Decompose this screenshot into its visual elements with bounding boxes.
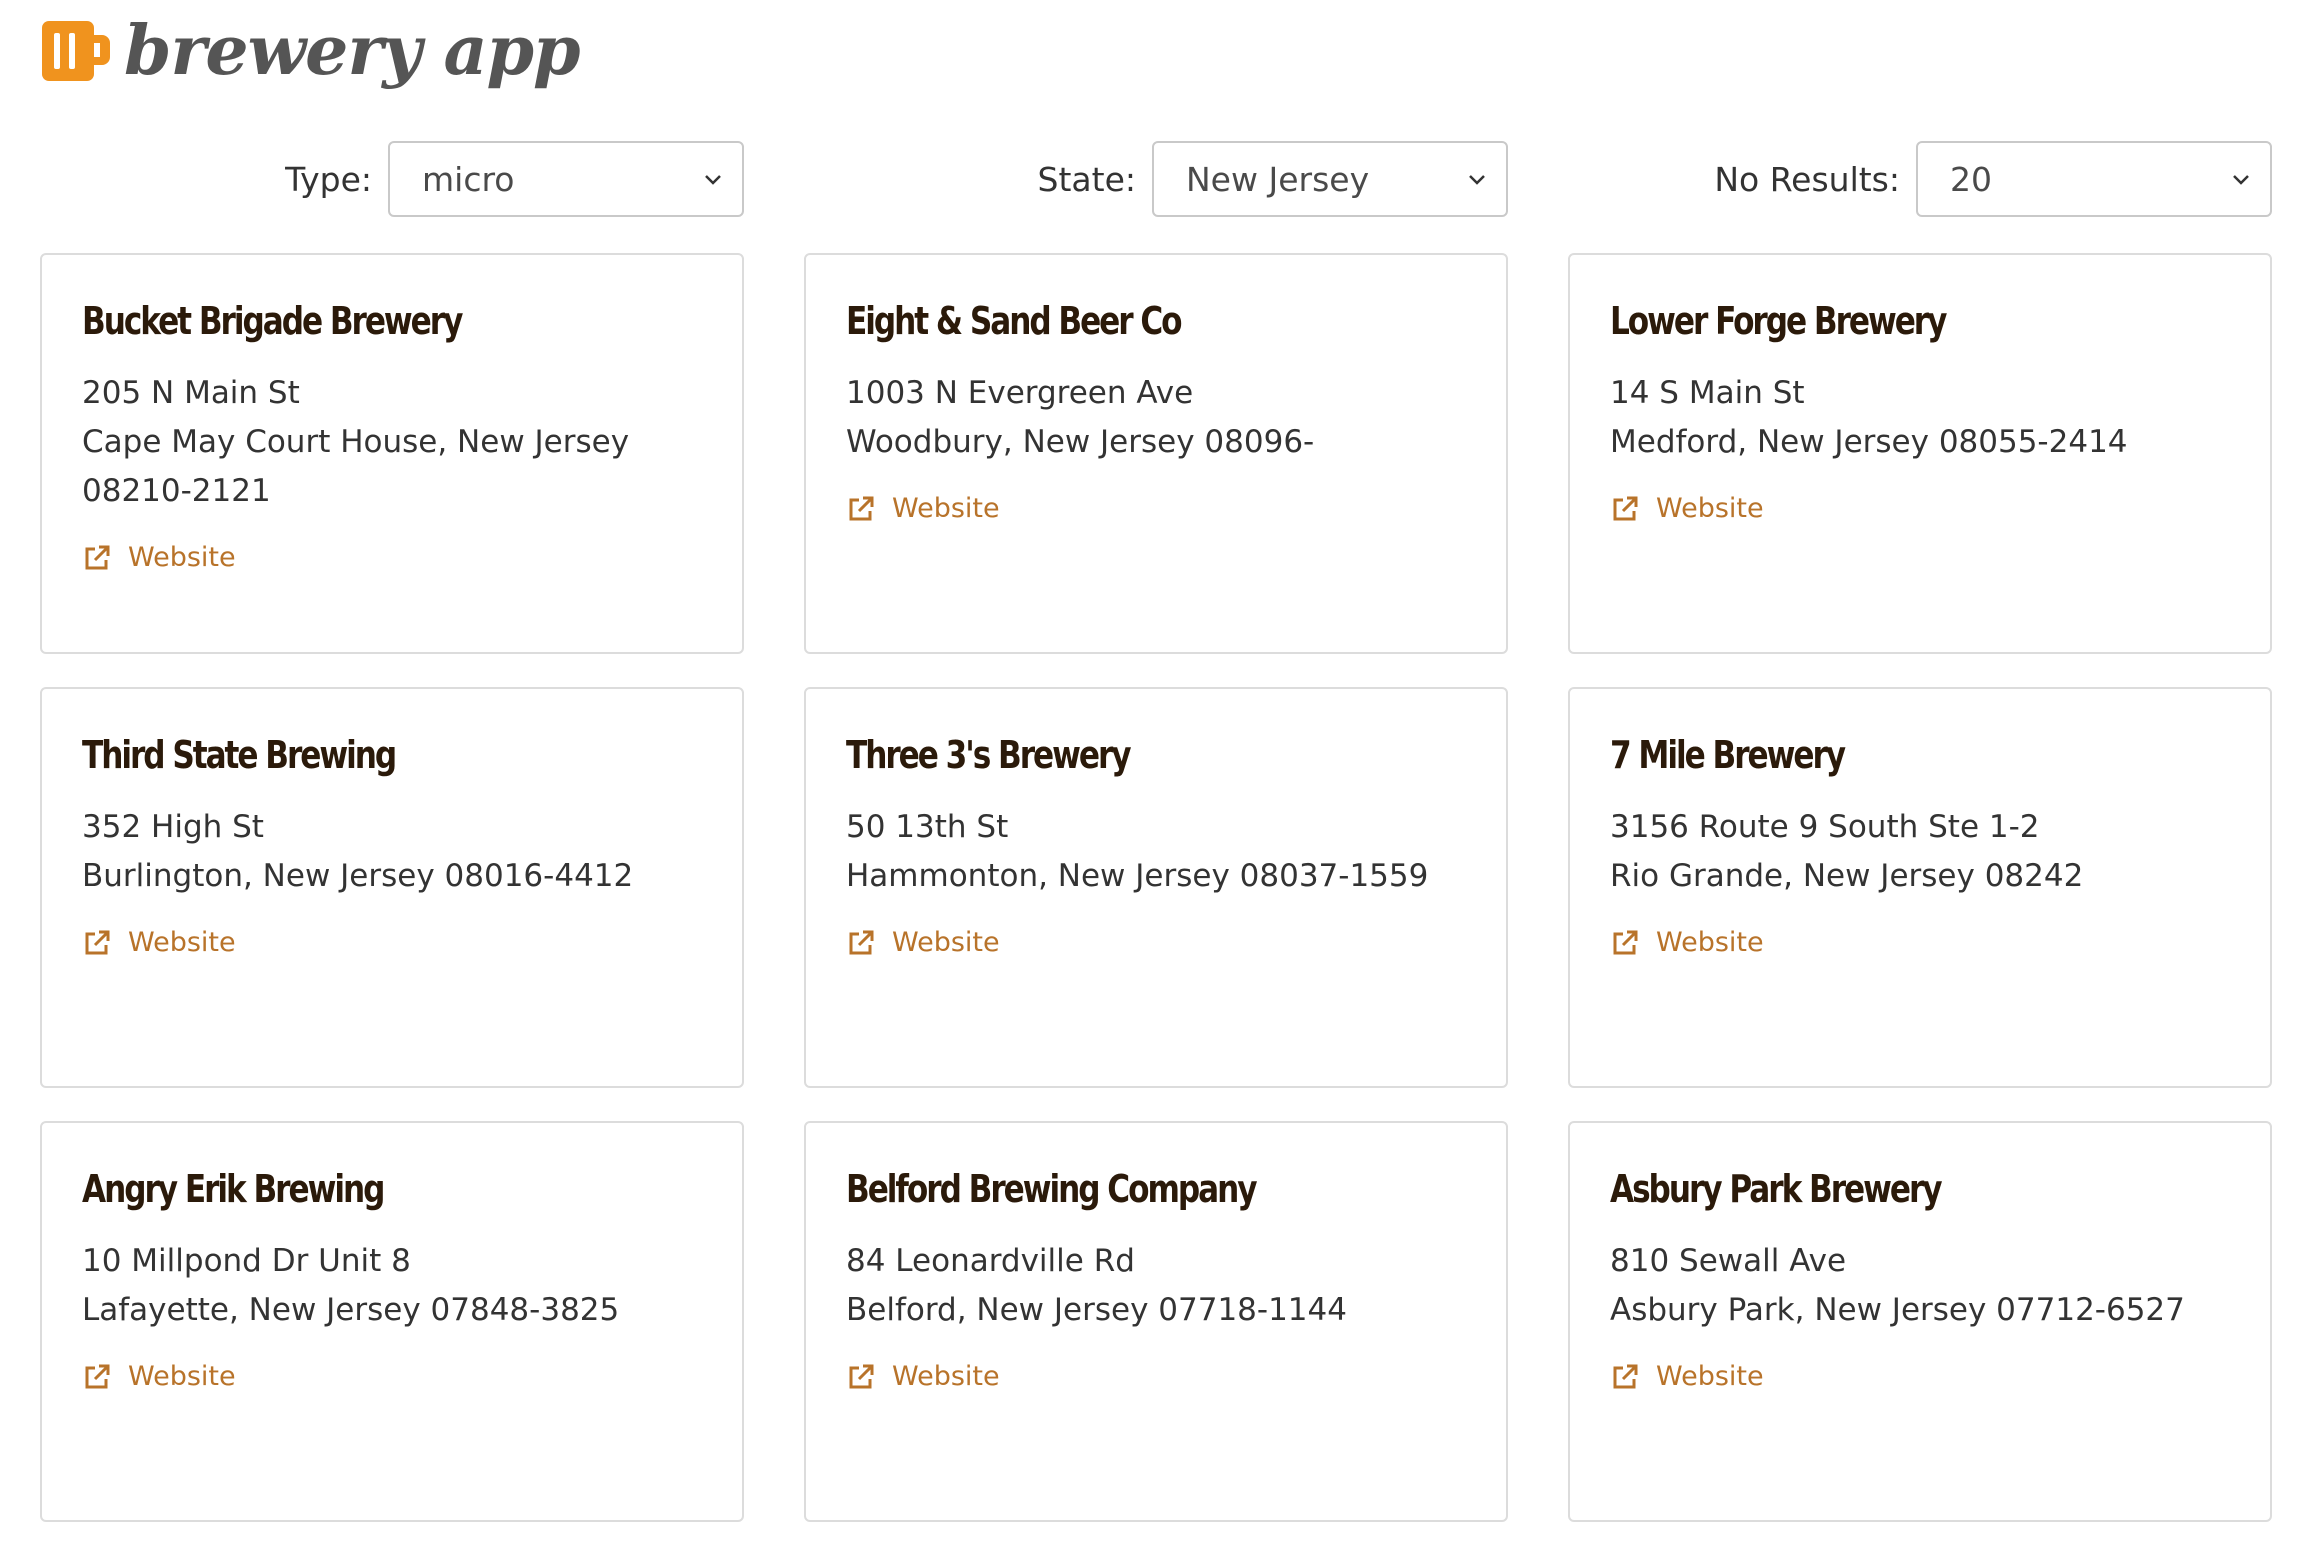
website-link[interactable]: Website	[1610, 927, 1764, 958]
website-link-label: Website	[1656, 927, 1764, 958]
brand-title[interactable]: brewery app	[124, 17, 581, 85]
website-link-label: Website	[128, 542, 236, 573]
state-select-value: New Jersey	[1186, 159, 1370, 199]
website-link-label: Website	[892, 1361, 1000, 1392]
brewery-name: Lower Forge Brewery	[1610, 299, 1947, 343]
results-select-value: 20	[1950, 159, 1992, 199]
website-link-label: Website	[892, 927, 1000, 958]
brewery-card: Third State Brewing 352 High St Burlingt…	[40, 687, 744, 1088]
brewery-name: 7 Mile Brewery	[1610, 733, 1846, 777]
brewery-name: Third State Brewing	[82, 733, 397, 777]
results-select[interactable]: 20	[1916, 141, 2272, 217]
website-link[interactable]: Website	[1610, 1361, 1764, 1392]
website-link[interactable]: Website	[846, 493, 1000, 524]
website-link[interactable]: Website	[846, 1361, 1000, 1392]
external-link-icon	[849, 496, 874, 520]
brewery-card: Lower Forge Brewery 14 S Main St Medford…	[1568, 253, 2272, 654]
state-filter: State: New Jersey	[804, 140, 1508, 218]
external-link-icon	[85, 545, 110, 569]
website-link-label: Website	[892, 493, 1000, 524]
external-link-icon	[849, 930, 874, 954]
brewery-street: 810 Sewall Ave	[1610, 1243, 1847, 1279]
brewery-city-line: Lafayette, New Jersey 07848-3825	[82, 1292, 620, 1328]
results-filter: No Results: 20	[1568, 140, 2272, 218]
external-link-icon	[849, 1364, 874, 1388]
brewery-card: Three 3's Brewery 50 13th St Hammonton, …	[804, 687, 1508, 1088]
type-select-value: micro	[422, 159, 515, 199]
website-link[interactable]: Website	[82, 927, 236, 958]
brewery-card: Belford Brewing Company 84 Leonardville …	[804, 1121, 1508, 1522]
brewery-card: Asbury Park Brewery 810 Sewall Ave Asbur…	[1568, 1121, 2272, 1522]
brewery-name: Three 3's Brewery	[846, 733, 1132, 777]
brewery-street: 3156 Route 9 South Ste 1-2	[1610, 809, 2040, 845]
brewery-card: Eight & Sand Beer Co 1003 N Evergreen Av…	[804, 253, 1508, 654]
app-header: brewery app	[40, 6, 581, 96]
external-link-icon	[85, 930, 110, 954]
chevron-down-icon	[1469, 175, 1485, 185]
brewery-city-line: Medford, New Jersey 08055-2414	[1610, 424, 2128, 460]
brewery-city-line: Cape May Court House, New Jersey 08210-2…	[82, 424, 630, 509]
brewery-street: 14 S Main St	[1610, 375, 1805, 411]
chevron-down-icon	[2233, 175, 2249, 185]
website-link-label: Website	[1656, 493, 1764, 524]
website-link[interactable]: Website	[846, 927, 1000, 958]
brewery-street: 1003 N Evergreen Ave	[846, 375, 1194, 411]
state-select[interactable]: New Jersey	[1152, 141, 1508, 217]
brewery-street: 205 N Main St	[82, 375, 300, 411]
website-link-label: Website	[1656, 1361, 1764, 1392]
beer-mug-logo-icon[interactable]	[40, 15, 112, 87]
state-filter-label: State:	[1037, 159, 1136, 199]
type-select[interactable]: micro	[388, 141, 744, 217]
brewery-card: 7 Mile Brewery 3156 Route 9 South Ste 1-…	[1568, 687, 2272, 1088]
brewery-city-line: Asbury Park, New Jersey 07712-6527	[1610, 1292, 2185, 1328]
brewery-card: Bucket Brigade Brewery 205 N Main St Cap…	[40, 253, 744, 654]
website-link[interactable]: Website	[82, 542, 236, 573]
brewery-name: Belford Brewing Company	[846, 1167, 1258, 1211]
type-filter: Type: micro	[40, 140, 744, 218]
results-filter-label: No Results:	[1714, 159, 1900, 199]
brewery-street: 84 Leonardville Rd	[846, 1243, 1135, 1279]
brewery-name: Eight & Sand Beer Co	[846, 299, 1183, 343]
brewery-street: 50 13th St	[846, 809, 1009, 845]
website-link-label: Website	[128, 1361, 236, 1392]
filter-bar: Type: micro State: New Jersey No Results…	[40, 140, 2272, 218]
external-link-icon	[1613, 496, 1638, 520]
brewery-name: Asbury Park Brewery	[1610, 1167, 1943, 1211]
external-link-icon	[1613, 1364, 1638, 1388]
brewery-city-line: Woodbury, New Jersey 08096-	[846, 424, 1315, 460]
website-link-label: Website	[128, 927, 236, 958]
brewery-city-line: Hammonton, New Jersey 08037-1559	[846, 858, 1429, 894]
brewery-card: Angry Erik Brewing 10 Millpond Dr Unit 8…	[40, 1121, 744, 1522]
website-link[interactable]: Website	[82, 1361, 236, 1392]
brewery-street: 10 Millpond Dr Unit 8	[82, 1243, 411, 1279]
brewery-street: 352 High St	[82, 809, 264, 845]
type-filter-label: Type:	[285, 159, 372, 199]
external-link-icon	[1613, 930, 1638, 954]
brewery-city-line: Belford, New Jersey 07718-1144	[846, 1292, 1347, 1328]
brewery-city-line: Burlington, New Jersey 08016-4412	[82, 858, 634, 894]
chevron-down-icon	[705, 175, 721, 185]
brewery-name: Angry Erik Brewing	[82, 1167, 385, 1211]
brewery-city-line: Rio Grande, New Jersey 08242	[1610, 858, 2084, 894]
website-link[interactable]: Website	[1610, 493, 1764, 524]
brewery-name: Bucket Brigade Brewery	[82, 299, 463, 343]
external-link-icon	[85, 1364, 110, 1388]
brewery-grid: Bucket Brigade Brewery 205 N Main St Cap…	[40, 253, 2272, 1522]
